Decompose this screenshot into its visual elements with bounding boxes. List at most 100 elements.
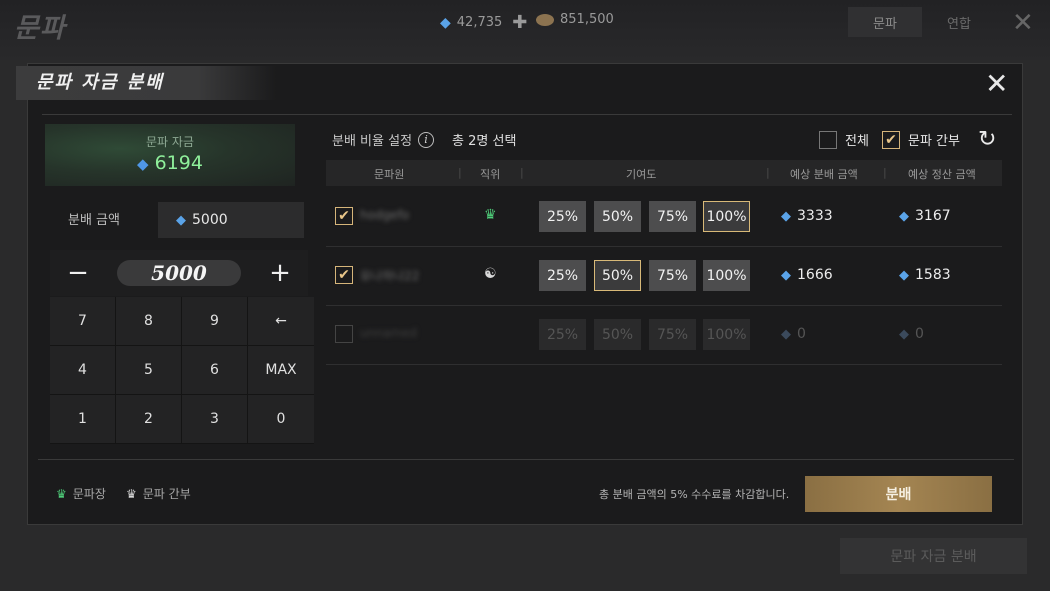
crown-icon: ♛: [484, 207, 497, 223]
gem-icon: ◆: [899, 327, 909, 342]
header-rank: 직위: [480, 168, 501, 181]
modal-title: 문파 자금 분배: [36, 72, 164, 93]
checkbox-icon: [819, 130, 837, 149]
pct-25-button[interactable]: 25%: [539, 260, 586, 291]
header-separator: |: [520, 166, 524, 179]
pct-25-button[interactable]: 25%: [539, 319, 586, 350]
plus-button[interactable]: +: [266, 258, 294, 288]
pct-100-button[interactable]: 100%: [703, 201, 750, 232]
expected-settlement: ◆ 0: [899, 326, 924, 342]
divider: [42, 114, 1012, 115]
pct-100-button[interactable]: 100%: [703, 319, 750, 350]
header-contribution: 기여도: [626, 168, 657, 181]
member-checkbox[interactable]: ✔: [335, 266, 353, 284]
guild-funds-label: 문파 자금: [146, 135, 194, 149]
key-4[interactable]: 4: [50, 346, 116, 395]
table-header: 문파원 | 직위 | 기여도 | 예상 분배 금액 | 예상 정산 금액: [326, 160, 1002, 186]
guild-funds-value: ◆ 6194: [45, 152, 295, 174]
legend-leader-label: 문파장: [72, 487, 106, 501]
gold-icon: [536, 13, 554, 26]
crown-icon: ♛: [56, 486, 67, 501]
member-name: unnamed: [360, 326, 417, 340]
header-separator: |: [458, 166, 462, 179]
background-close-icon[interactable]: ✕: [1012, 8, 1034, 38]
key-0[interactable]: 0: [248, 395, 314, 444]
checkmark-icon: ✔: [882, 130, 900, 149]
expected-distribution-value: 1666: [797, 267, 833, 283]
header-separator: |: [766, 166, 770, 179]
pct-50-button[interactable]: 50%: [594, 319, 641, 350]
expected-settlement: ◆ 3167: [899, 208, 951, 224]
ratio-settings-title: 분배 비율 설정: [332, 134, 413, 149]
key-6[interactable]: 6: [182, 346, 248, 395]
select-all-checkbox[interactable]: 전체: [819, 130, 869, 149]
pct-50-button[interactable]: 50%: [594, 201, 641, 232]
pct-100-button[interactable]: 100%: [703, 260, 750, 291]
officer-crown-icon: ♛: [126, 486, 137, 501]
expected-distribution: ◆ 1666: [781, 267, 833, 283]
expected-distribution: ◆ 0: [781, 326, 806, 342]
gem-icon: ◆: [440, 14, 451, 31]
distribution-amount-value: 5000: [192, 212, 228, 228]
stepper-value: 5000: [117, 260, 241, 286]
tab-guild[interactable]: 문파: [848, 7, 922, 37]
keypad-row: 1 2 3 0: [50, 395, 314, 444]
tab-alliance[interactable]: 연합: [922, 7, 996, 37]
key-3[interactable]: 3: [182, 395, 248, 444]
guild-logo: 문파: [14, 13, 66, 44]
ratio-settings-header: 분배 비율 설정 i 총 2명 선택: [332, 130, 516, 149]
gold-currency: 851,500: [536, 12, 614, 27]
legend-leader: ♛ 문파장: [56, 485, 106, 502]
expected-distribution: ◆ 3333: [781, 208, 833, 224]
key-5[interactable]: 5: [116, 346, 182, 395]
key-9[interactable]: 9: [182, 297, 248, 346]
info-icon[interactable]: i: [418, 131, 435, 148]
expected-settlement-value: 3167: [915, 208, 951, 224]
header-separator: |: [883, 166, 887, 179]
yin-yang-icon: ☯: [484, 266, 497, 282]
table-row: unnamed 25% 50% 75% 100% ◆ 0 ◆ 0: [326, 306, 1002, 365]
backspace-key[interactable]: ←: [248, 297, 314, 346]
distribute-button[interactable]: 분배: [805, 476, 992, 512]
key-8[interactable]: 8: [116, 297, 182, 346]
gem-icon: ◆: [899, 209, 909, 224]
gold-amount: 851,500: [560, 12, 614, 27]
gem-icon: ◆: [899, 268, 909, 283]
gem-currency: ◆ 42,735 ✚: [440, 12, 527, 33]
header-member: 문파원: [374, 168, 405, 181]
expected-settlement: ◆ 1583: [899, 267, 951, 283]
amount-stepper: − 5000 +: [50, 250, 308, 296]
background-distribute-funds-button[interactable]: 문파 자금 분배: [840, 538, 1027, 574]
expected-distribution-value: 3333: [797, 208, 833, 224]
key-1[interactable]: 1: [50, 395, 116, 444]
pct-25-button[interactable]: 25%: [539, 201, 586, 232]
legend-officer-label: 문파 간부: [142, 487, 191, 501]
officer-filter-label: 문파 간부: [908, 134, 960, 149]
refresh-icon[interactable]: ↻: [978, 127, 996, 152]
minus-button[interactable]: −: [64, 258, 92, 288]
header-expected-settlement: 예상 정산 금액: [908, 168, 976, 181]
fund-distribution-modal: 문파 자금 분배 ✕ 문파 자금 ◆ 6194 분배 금액 ◆ 5000 − 50…: [16, 63, 1023, 525]
pct-75-button[interactable]: 75%: [649, 319, 696, 350]
expected-settlement-value: 1583: [915, 267, 951, 283]
gem-icon: ◆: [176, 212, 186, 228]
member-checkbox[interactable]: ✔: [335, 207, 353, 225]
distribution-amount-field[interactable]: ◆ 5000: [158, 202, 304, 238]
legend-officer: ♛ 문파 간부: [126, 485, 191, 502]
key-2[interactable]: 2: [116, 395, 182, 444]
officer-filter-checkbox[interactable]: ✔ 문파 간부: [882, 130, 960, 149]
pct-50-button[interactable]: 50%: [594, 260, 641, 291]
close-icon[interactable]: ✕: [985, 69, 1008, 99]
add-gem-icon[interactable]: ✚: [512, 12, 527, 33]
gem-icon: ◆: [781, 327, 791, 342]
gem-icon: ◆: [781, 209, 791, 224]
max-key[interactable]: MAX: [248, 346, 314, 395]
pct-75-button[interactable]: 75%: [649, 260, 696, 291]
table-row: ✔ hodgefo ♛ 25% 50% 75% 100% ◆ 3333 ◆ 3167: [326, 188, 1002, 247]
expected-settlement-value: 0: [915, 326, 924, 342]
member-checkbox[interactable]: [335, 325, 353, 343]
pct-75-button[interactable]: 75%: [649, 201, 696, 232]
keypad-row: 4 5 6 MAX: [50, 346, 314, 395]
selected-count: 총 2명 선택: [452, 134, 517, 149]
key-7[interactable]: 7: [50, 297, 116, 346]
